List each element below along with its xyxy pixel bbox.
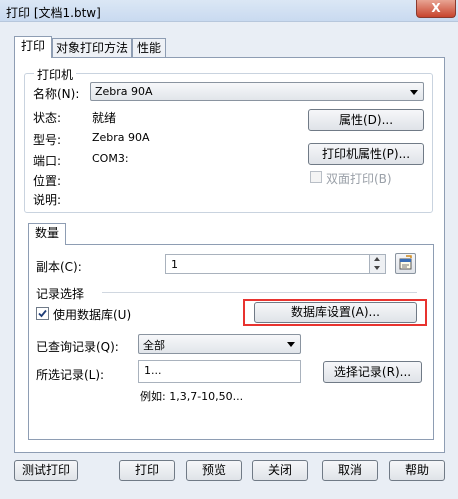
checkmark-icon (38, 309, 47, 318)
tab-object-print-method[interactable]: 对象打印方法 (52, 38, 132, 58)
database-settings-button[interactable]: 数据库设置(A)... (254, 302, 417, 323)
preview-button[interactable]: 预览 (186, 460, 242, 481)
chevron-down-icon (287, 342, 295, 347)
example-text: 例如: 1,3,7-10,50... (140, 390, 244, 403)
duplex-label: 双面打印(B) (326, 172, 392, 186)
copies-value: 1 (171, 258, 178, 271)
selected-records-value: 1... (144, 364, 162, 377)
comment-label: 说明: (33, 193, 62, 207)
title-bar: 打印 [文档1.btw] X (0, 0, 458, 22)
spin-down-button[interactable] (369, 264, 385, 273)
status-label: 状态: (33, 111, 62, 125)
record-selection-divider (102, 292, 417, 293)
port-value: COM3: (92, 152, 129, 165)
use-database-checkbox[interactable] (36, 307, 49, 320)
select-records-button[interactable]: 选择记录(R)... (323, 361, 422, 383)
use-database-label: 使用数据库(U) (53, 308, 132, 322)
chevron-up-icon (374, 257, 380, 261)
queried-records-value: 全部 (143, 339, 165, 352)
chevron-down-icon (374, 266, 380, 270)
print-button[interactable]: 打印 (119, 460, 175, 481)
tab-print[interactable]: 打印 (14, 36, 52, 58)
queried-records-label: 已查询记录(Q): (36, 340, 119, 354)
printer-group-label: 打印机 (34, 66, 77, 83)
type-label: 型号: (33, 133, 62, 147)
tab-performance[interactable]: 性能 (132, 38, 166, 58)
form-edit-icon (399, 255, 412, 270)
location-label: 位置: (33, 174, 62, 188)
queried-records-select[interactable]: 全部 (138, 334, 301, 354)
record-selection-label: 记录选择 (36, 287, 85, 301)
test-print-button[interactable]: 测试打印 (14, 460, 78, 481)
duplex-checkbox[interactable] (310, 171, 322, 183)
properties-button[interactable]: 属性(D)... (308, 109, 424, 131)
selected-records-input[interactable]: 1... (138, 360, 301, 383)
port-label: 端口: (33, 154, 62, 168)
window-title: 打印 [文档1.btw] (6, 6, 101, 20)
copies-options-button[interactable] (395, 253, 416, 274)
cancel-button[interactable]: 取消 (322, 460, 378, 481)
copies-spinner[interactable]: 1 (165, 254, 386, 274)
chevron-down-icon (410, 90, 418, 95)
close-window-button[interactable]: X (416, 0, 456, 18)
type-value: Zebra 90A (92, 131, 150, 144)
help-button[interactable]: 帮助 (389, 460, 445, 481)
selected-records-label: 所选记录(L): (36, 368, 105, 382)
printer-name-label: 名称(N): (33, 87, 80, 101)
close-button[interactable]: 关闭 (252, 460, 308, 481)
printer-name-select[interactable]: Zebra 90A (90, 82, 424, 101)
printer-properties-button[interactable]: 打印机属性(P)... (308, 143, 424, 165)
printer-name-value: Zebra 90A (95, 85, 153, 98)
copies-label: 副本(C): (36, 260, 82, 274)
status-value: 就绪 (92, 111, 117, 125)
tab-quantity[interactable]: 数量 (28, 223, 66, 245)
